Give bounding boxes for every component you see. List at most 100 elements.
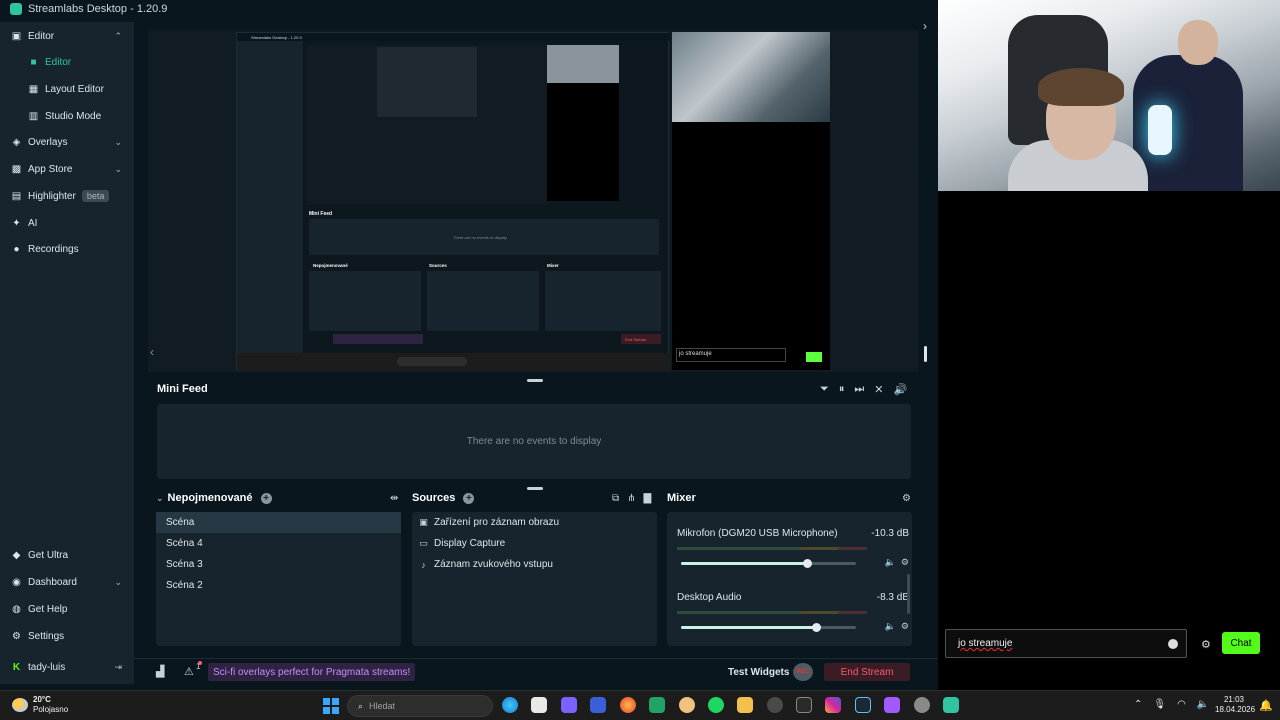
skip-icon[interactable]: ⏭ xyxy=(854,383,864,396)
add-scene-icon[interactable]: + xyxy=(260,492,272,504)
system-tray: ⌃ 🎙 ◠ 🔈 xyxy=(1134,699,1209,710)
app-icon[interactable] xyxy=(884,697,900,713)
settings-app-icon[interactable] xyxy=(914,697,930,713)
app-icon[interactable] xyxy=(767,697,783,713)
clock[interactable]: 21:03 18.04.2026 xyxy=(1215,695,1255,715)
source-selective-icon[interactable]: ⋔ xyxy=(627,493,635,504)
app-icon[interactable] xyxy=(561,697,577,713)
alert-icon[interactable]: ⚠ xyxy=(184,665,194,678)
sidebar-item-ai[interactable]: ✦ AI xyxy=(0,210,134,236)
filter-icon[interactable]: ⏷ xyxy=(820,383,829,396)
scene-item[interactable]: Scéna xyxy=(156,512,401,533)
resize-handle[interactable] xyxy=(924,346,927,362)
app-icon[interactable] xyxy=(590,697,606,713)
palette-icon: ▣ xyxy=(11,30,22,42)
volume-slider-knob[interactable] xyxy=(803,559,812,568)
taskbar-search[interactable]: ⌕ Hledat xyxy=(347,695,493,717)
sidebar-item-recordings[interactable]: ● Recordings xyxy=(0,236,134,262)
microphone-icon[interactable]: 🎙 xyxy=(1153,699,1166,710)
sidebar-item-overlays[interactable]: ◈ Overlays ⌄ xyxy=(0,129,134,155)
volume-icon[interactable]: 🔈 xyxy=(1197,699,1209,710)
steam-icon[interactable] xyxy=(855,697,871,713)
volume-slider-knob[interactable] xyxy=(811,623,821,632)
spotify-icon[interactable] xyxy=(708,697,724,713)
instagram-icon[interactable] xyxy=(825,697,841,713)
windows-start-icon[interactable] xyxy=(323,698,339,714)
mixer-title: Mixer xyxy=(667,492,696,504)
volume-slider[interactable] xyxy=(681,559,856,568)
chat-input[interactable]: jo streamuje xyxy=(945,629,1187,658)
mixer-channel-controls: 🔈 ⚙ xyxy=(885,621,909,632)
sidebar-item-settings[interactable]: ⚙ Settings xyxy=(0,623,134,649)
scene-collection-title[interactable]: Nepojmenované xyxy=(168,492,253,504)
mute-alerts-icon[interactable]: ✕ xyxy=(874,383,883,396)
scene-item[interactable]: Scéna 3 xyxy=(156,554,401,575)
epic-games-icon[interactable] xyxy=(796,697,812,713)
user-profile[interactable]: K tady-luis ⇥ xyxy=(0,654,134,680)
logout-icon[interactable]: ⇥ xyxy=(114,662,122,673)
folder-icon[interactable]: ▇ xyxy=(644,493,652,504)
sidebar-item-dashboard[interactable]: ◉ Dashboard ⌄ xyxy=(0,569,134,595)
edge-icon[interactable] xyxy=(502,697,518,713)
sidebar-item-label: Overlays xyxy=(28,136,68,148)
sidebar-item-get-help[interactable]: ◍ Get Help xyxy=(0,596,134,622)
sidebar-item-app-store[interactable]: ▩ App Store ⌄ xyxy=(0,156,134,182)
user-name: tady-luis xyxy=(28,661,66,673)
notification-bell-icon[interactable]: 🔔 xyxy=(1259,699,1273,712)
test-widgets-button[interactable]: Test Widgets xyxy=(728,667,789,678)
sidebar-item-editor[interactable]: ■ Editor xyxy=(0,49,134,75)
source-item[interactable]: ▭ Display Capture xyxy=(412,533,657,554)
speaker-icon[interactable]: 🔈 xyxy=(885,557,896,567)
scene-item[interactable]: Scéna 4 xyxy=(156,533,401,554)
speaker-icon[interactable]: 🔈 xyxy=(885,621,896,631)
gear-icon[interactable]: ⚙ xyxy=(901,621,909,631)
chevron-right-icon[interactable]: › xyxy=(923,19,927,33)
source-item[interactable]: ♪ Záznam zvukového vstupu xyxy=(412,554,657,575)
sidebar-item-label: Settings xyxy=(28,630,65,642)
sidebar-item-layout-editor[interactable]: ▦ Layout Editor xyxy=(0,76,134,102)
gear-icon[interactable]: ⚙ xyxy=(902,493,911,504)
weather-widget[interactable]: 20°C Polojasno xyxy=(33,695,68,715)
scene-item[interactable]: Scéna 2 xyxy=(156,575,401,596)
source-group-icon[interactable]: ⧉ xyxy=(612,493,619,504)
chevron-up-icon[interactable]: ⌃ xyxy=(1134,699,1142,710)
gear-icon[interactable]: ⚙ xyxy=(901,557,909,567)
streamlabs-taskbar-icon[interactable] xyxy=(943,697,959,713)
sidebar-item-get-ultra[interactable]: ◆ Get Ultra xyxy=(0,542,134,568)
sidebar-item-label: Studio Mode xyxy=(45,110,102,122)
source-item[interactable]: ▣ Zařízení pro záznam obrazu xyxy=(412,512,657,533)
volume-slider[interactable] xyxy=(681,623,856,632)
scene-transitions-icon[interactable]: ⇹ xyxy=(390,493,398,504)
mixer-scrollbar[interactable] xyxy=(907,574,910,614)
stream-preview[interactable]: ‹ Streamlabs Desktop - 1.20.9 Mini Feed … xyxy=(148,30,927,372)
sidebar-item-editor-group[interactable]: ▣ Editor ⌃ xyxy=(0,23,134,49)
weather-icon[interactable] xyxy=(12,698,28,712)
emoji-icon[interactable] xyxy=(1168,639,1178,649)
chevron-down-icon[interactable]: ⌄ xyxy=(156,493,164,504)
microphone-icon: ♪ xyxy=(421,559,426,570)
chevron-left-icon[interactable]: ‹ xyxy=(150,345,154,359)
end-stream-button[interactable]: End Stream xyxy=(824,663,910,681)
stats-icon[interactable]: ▟ xyxy=(156,665,164,678)
drag-handle[interactable] xyxy=(527,487,543,490)
source-label: Display Capture xyxy=(434,538,506,549)
firefox-icon[interactable] xyxy=(620,697,636,713)
promo-banner[interactable]: Sci-fi overlays perfect for Pragmata str… xyxy=(208,663,416,681)
add-source-icon[interactable]: + xyxy=(463,492,475,504)
sidebar-item-highlighter[interactable]: ▤ Highlighter beta xyxy=(0,183,134,209)
wifi-icon[interactable]: ◠ xyxy=(1177,699,1186,710)
pause-icon[interactable]: ⏸ xyxy=(839,383,845,396)
sidebar-item-studio-mode[interactable]: ▥ Studio Mode xyxy=(0,103,134,129)
record-button[interactable]: REC xyxy=(793,663,813,681)
drag-handle[interactable] xyxy=(527,379,543,382)
excel-icon[interactable] xyxy=(649,697,665,713)
webcam-preview-small xyxy=(672,32,830,122)
chat-send-button[interactable]: Chat xyxy=(1222,632,1260,654)
app-icon[interactable] xyxy=(679,697,695,713)
volume-icon[interactable]: 🔊 xyxy=(893,383,907,396)
sidebar-item-label: Editor xyxy=(28,30,55,42)
store-app-icon[interactable] xyxy=(531,697,547,713)
gear-icon[interactable]: ⚙ xyxy=(1201,638,1211,651)
file-explorer-icon[interactable] xyxy=(737,697,753,713)
help-icon: ◍ xyxy=(12,603,21,615)
